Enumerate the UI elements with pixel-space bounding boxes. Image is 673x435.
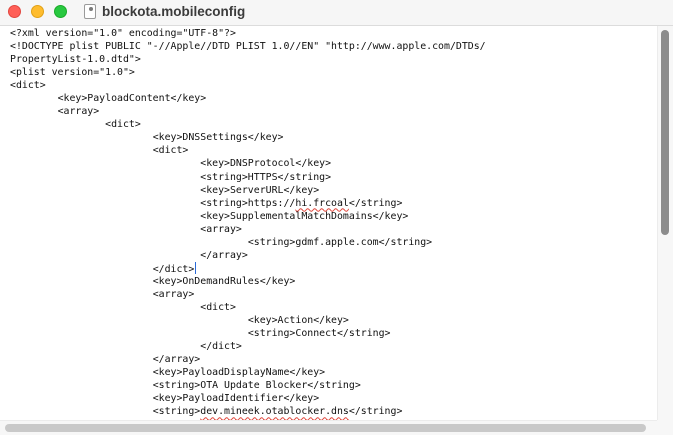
code-text: <string>https://	[10, 197, 296, 209]
code-text: <string>gdmf.apple.com</string>	[10, 236, 433, 248]
code-text: <key>ServerURL</key>	[10, 184, 320, 196]
code-line: </array>	[10, 353, 486, 366]
code-line: <key>PayloadDisplayName</key>	[10, 366, 486, 379]
code-line: <string>Connect</string>	[10, 327, 486, 340]
code-text: <string>	[10, 406, 201, 418]
code-text: <key>PayloadIdentifier</key>	[10, 393, 320, 405]
code-line: <key>PayloadContent</key>	[10, 92, 486, 105]
code-text: <dict>	[10, 145, 189, 157]
code-text: <key>Action</key>	[10, 315, 349, 327]
code-text: <key>DNSProtocol</key>	[10, 158, 332, 170]
code-line: <key>SupplementalMatchDomains</key>	[10, 210, 486, 223]
minimize-window-button[interactable]	[31, 5, 44, 18]
code-line: <array>	[10, 288, 486, 301]
text-caret	[195, 261, 197, 274]
code-text: </array>	[10, 249, 248, 261]
title-bar[interactable]: blockota.mobileconfig	[0, 0, 673, 26]
code-text: <key>OnDemandRules</key>	[10, 275, 296, 287]
close-window-button[interactable]	[8, 5, 21, 18]
horizontal-scrollbar[interactable]	[0, 420, 657, 435]
code-line: <dict>	[10, 301, 486, 314]
document-icon[interactable]	[84, 4, 96, 19]
code-line: <string>dev.mineek.otablocker.dns</strin…	[10, 405, 486, 418]
code-line: <array>	[10, 105, 486, 118]
code-text: </dict>	[10, 263, 195, 275]
code-line: </dict>	[10, 261, 486, 275]
code-line: <key>DNSSettings</key>	[10, 131, 486, 144]
code-text: </string>	[348, 197, 403, 209]
code-text: <string>Connect</string>	[10, 328, 391, 340]
code-text: </array>	[10, 354, 201, 366]
code-text: <array>	[10, 106, 100, 118]
code-line: <key>ServerURL</key>	[10, 184, 486, 197]
vertical-scrollbar[interactable]	[657, 26, 673, 420]
code-text: <dict>	[10, 301, 236, 313]
code-line: <key>Action</key>	[10, 314, 486, 327]
misspelled-word: hi.frcoal	[295, 197, 349, 209]
horizontal-scroll-thumb[interactable]	[5, 424, 646, 432]
code-line: <dict>	[10, 118, 486, 131]
scrollbar-corner	[657, 420, 673, 435]
code-text: <key>PayloadDisplayName</key>	[10, 367, 326, 379]
text-editor-area[interactable]: <?xml version="1.0" encoding="UTF-8"?> <!…	[0, 26, 657, 420]
code-line: <!DOCTYPE plist PUBLIC "-//Apple//DTD PL…	[10, 40, 486, 53]
code-text: <dict>	[10, 80, 46, 92]
code-line: </dict>	[10, 340, 486, 353]
code-text: <array>	[10, 223, 242, 235]
code-line: <dict>	[10, 144, 486, 157]
zoom-window-button[interactable]	[54, 5, 67, 18]
code-line: </array>	[10, 249, 486, 262]
code-text: </dict>	[10, 341, 242, 353]
code-text: <key>SupplementalMatchDomains</key>	[10, 210, 409, 222]
misspelled-word: dev.mineek.otablocker.dns	[200, 406, 349, 418]
code-line: <plist version="1.0">	[10, 66, 486, 79]
code-text: <plist version="1.0">	[10, 67, 135, 79]
code-text: <string>OTA Update Blocker</string>	[10, 380, 361, 392]
code-text: <string>HTTPS</string>	[10, 171, 332, 183]
code-text: <?xml version="1.0" encoding="UTF-8"?>	[10, 28, 236, 39]
code-line: <string>HTTPS</string>	[10, 171, 486, 184]
code-line: <key>OnDemandRules</key>	[10, 275, 486, 288]
code-line: <string>gdmf.apple.com</string>	[10, 236, 486, 249]
code-line: <key>DNSProtocol</key>	[10, 157, 486, 170]
code-line: PropertyList-1.0.dtd">	[10, 53, 486, 66]
code-line: <dict>	[10, 79, 486, 92]
code-line: <?xml version="1.0" encoding="UTF-8"?>	[10, 27, 486, 40]
window-title: blockota.mobileconfig	[102, 4, 246, 19]
code-text: <key>DNSSettings</key>	[10, 132, 284, 144]
text-editor-window: blockota.mobileconfig <?xml version="1.0…	[0, 0, 673, 435]
document-text[interactable]: <?xml version="1.0" encoding="UTF-8"?> <!…	[10, 27, 486, 418]
code-line: <string>https://hi.frcoal</string>	[10, 197, 486, 210]
code-text: <dict>	[10, 119, 141, 131]
code-text: <array>	[10, 288, 195, 300]
code-line: <key>PayloadIdentifier</key>	[10, 392, 486, 405]
code-text: <!DOCTYPE plist PUBLIC "-//Apple//DTD PL…	[10, 41, 486, 53]
code-line: <string>OTA Update Blocker</string>	[10, 379, 486, 392]
code-text: PropertyList-1.0.dtd">	[10, 54, 141, 66]
code-text: <key>PayloadContent</key>	[10, 93, 207, 105]
vertical-scroll-thumb[interactable]	[661, 30, 669, 235]
code-text: </string>	[348, 406, 403, 418]
code-line: <array>	[10, 223, 486, 236]
